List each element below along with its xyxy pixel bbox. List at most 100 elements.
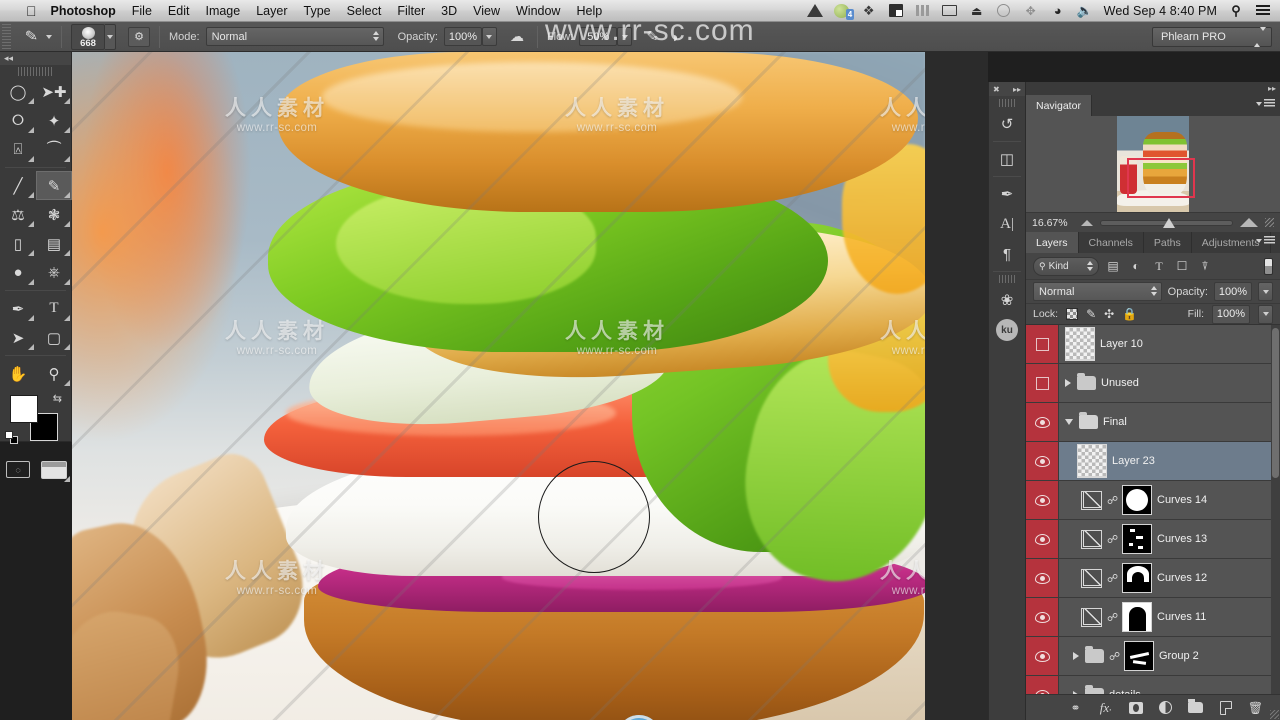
menu-app-name[interactable]: Photoshop [51,4,116,18]
menu-item-image[interactable]: Image [205,4,240,18]
table-row[interactable]: ☍ Curves 13 [1026,520,1280,559]
tablet-pressure-opacity-icon[interactable]: ✎ [641,27,663,47]
menu-item-edit[interactable]: Edit [168,4,190,18]
tab-layers[interactable]: Layers [1026,232,1079,253]
navigator-view-rectangle[interactable] [1127,158,1195,198]
tab-paths[interactable]: Paths [1143,232,1192,253]
curves-adjustment-icon[interactable] [1081,568,1102,588]
airplay-icon[interactable] [942,3,958,18]
zoom-slider[interactable] [1100,217,1233,228]
filter-pixel-icon[interactable]: ▤ [1104,257,1122,275]
delete-layer-button[interactable]: 🗑 [1247,699,1264,716]
notification-center-icon[interactable] [1255,3,1271,18]
layer-visibility-toggle[interactable] [1026,637,1059,675]
volume-icon[interactable]: 🔈 [1077,3,1093,18]
eject-icon[interactable]: ⏏ [969,3,985,18]
layer-name[interactable]: details [1109,689,1141,694]
menu-item-type[interactable]: Type [304,4,331,18]
options-bar-grip[interactable] [2,23,11,50]
layer-opacity-input[interactable]: 100% [1214,282,1252,301]
brush-size-preview[interactable]: 668 [71,23,105,50]
menu-item-help[interactable]: Help [576,4,602,18]
chevron-down-icon[interactable] [1065,419,1073,425]
mask-link-icon[interactable]: ☍ [1107,611,1118,624]
crop-tool[interactable]: ⍓ [0,135,36,164]
filter-enable-toggle[interactable] [1264,257,1273,275]
collapse-arrows-icon[interactable]: ▸▸ [1268,84,1276,93]
menu-item-window[interactable]: Window [516,4,560,18]
menu-clock[interactable]: Wed Sep 4 8:40 PM [1104,4,1217,18]
airbrush-icon[interactable]: ☁ [506,27,528,47]
workspace-select[interactable]: Phlearn PRO [1152,27,1272,47]
chevron-down-icon[interactable] [46,34,52,39]
bluetooth-icon[interactable]: ✥ [1023,3,1039,18]
zoom-in-icon[interactable] [1240,218,1258,227]
layer-opacity-chevron-down-icon[interactable] [1258,282,1273,301]
flow-input[interactable]: 50% [579,27,618,46]
filter-adjustment-icon[interactable]: ◐ [1127,257,1145,275]
pen-tool[interactable]: ✒ [0,294,36,323]
table-row[interactable]: Layer 23 [1026,442,1280,481]
evernote-icon[interactable]: 4 [834,3,855,20]
filter-type-icon[interactable]: T [1150,257,1168,275]
move-tool[interactable]: ➤✚ [36,77,72,106]
image-canvas[interactable]: 人人素材 www.rr-sc.com 人人素材 www.rr-sc.com 人人… [72,52,925,720]
zoom-tool[interactable]: ⚲ [36,359,72,388]
layer-name[interactable]: Curves 12 [1157,572,1207,584]
dodge-tool[interactable]: ⎈ [36,258,72,287]
layer-name[interactable]: Curves 14 [1157,494,1207,506]
new-layer-button[interactable] [1217,699,1234,716]
mask-link-icon[interactable]: ☍ [1107,494,1118,507]
current-tool-preset-picker[interactable]: ✎ [22,27,52,46]
gradient-tool[interactable]: ▤ [36,229,72,258]
marquee-tool[interactable]: ◯ [0,77,36,106]
layer-name[interactable]: Curves 11 [1157,611,1206,623]
paragraph-panel-icon[interactable]: ¶ [989,239,1025,269]
navigator-preview[interactable] [1026,116,1280,212]
fill-chevron-down-icon[interactable] [1258,304,1273,324]
brush-presets-panel-icon[interactable]: ✒ [989,179,1025,209]
quick-mask-icon[interactable]: ◌ [0,455,36,484]
kuler-panel-icon[interactable]: ku [989,315,1025,345]
blur-tool[interactable]: ● [0,258,36,287]
path-selection-tool[interactable]: ➤ [0,323,36,352]
mask-link-icon[interactable]: ☍ [1107,572,1118,585]
chevron-right-icon[interactable] [1073,652,1079,660]
panel-menu-icon[interactable] [1256,236,1275,245]
opacity-slider-chevron-down-icon[interactable] [481,27,497,46]
menu-item-filter[interactable]: Filter [397,4,425,18]
layer-list-scrollbar[interactable] [1271,325,1280,694]
flow-slider-chevron-down-icon[interactable] [617,27,633,46]
close-icon[interactable]: ✖ [993,85,1000,94]
magic-wand-tool[interactable]: ✦ [36,106,72,135]
table-row[interactable]: Final [1026,403,1280,442]
layer-name[interactable]: Group 2 [1159,650,1199,662]
menu-item-view[interactable]: View [473,4,500,18]
layer-name[interactable]: Curves 13 [1157,533,1207,545]
brush-preset-chevron-down-icon[interactable] [105,23,116,50]
filter-shape-icon[interactable]: ☐ [1173,257,1191,275]
menu-item-select[interactable]: Select [347,4,382,18]
type-tool[interactable]: T [36,294,72,323]
layer-name[interactable]: Unused [1101,377,1139,389]
panel-menu-icon[interactable] [1256,99,1275,108]
menu-item-3d[interactable]: 3D [441,4,457,18]
layer-mask-thumbnail[interactable] [1122,485,1152,515]
brush-panel-icon[interactable]: ⚙ [128,26,150,47]
fill-input[interactable]: 100% [1212,304,1250,324]
table-row[interactable]: details [1026,676,1280,694]
layer-visibility-toggle[interactable] [1026,442,1059,480]
layer-mask-thumbnail[interactable] [1124,641,1154,671]
dropbox-icon[interactable]: ❖ [861,3,877,18]
layer-mask-thumbnail[interactable] [1122,563,1152,593]
apple-logo-icon[interactable]:  [26,4,37,18]
menu-item-layer[interactable]: Layer [256,4,287,18]
tab-navigator[interactable]: Navigator [1026,95,1092,116]
table-row[interactable]: Unused [1026,364,1280,403]
layer-visibility-toggle[interactable] [1026,559,1059,597]
zoom-out-icon[interactable] [1081,219,1093,226]
layer-style-button[interactable]: fx, [1097,699,1114,716]
collapse-arrows-icon[interactable]: ◂◂ [4,53,13,64]
curves-adjustment-icon[interactable] [1081,490,1102,510]
curves-adjustment-icon[interactable] [1081,607,1102,627]
